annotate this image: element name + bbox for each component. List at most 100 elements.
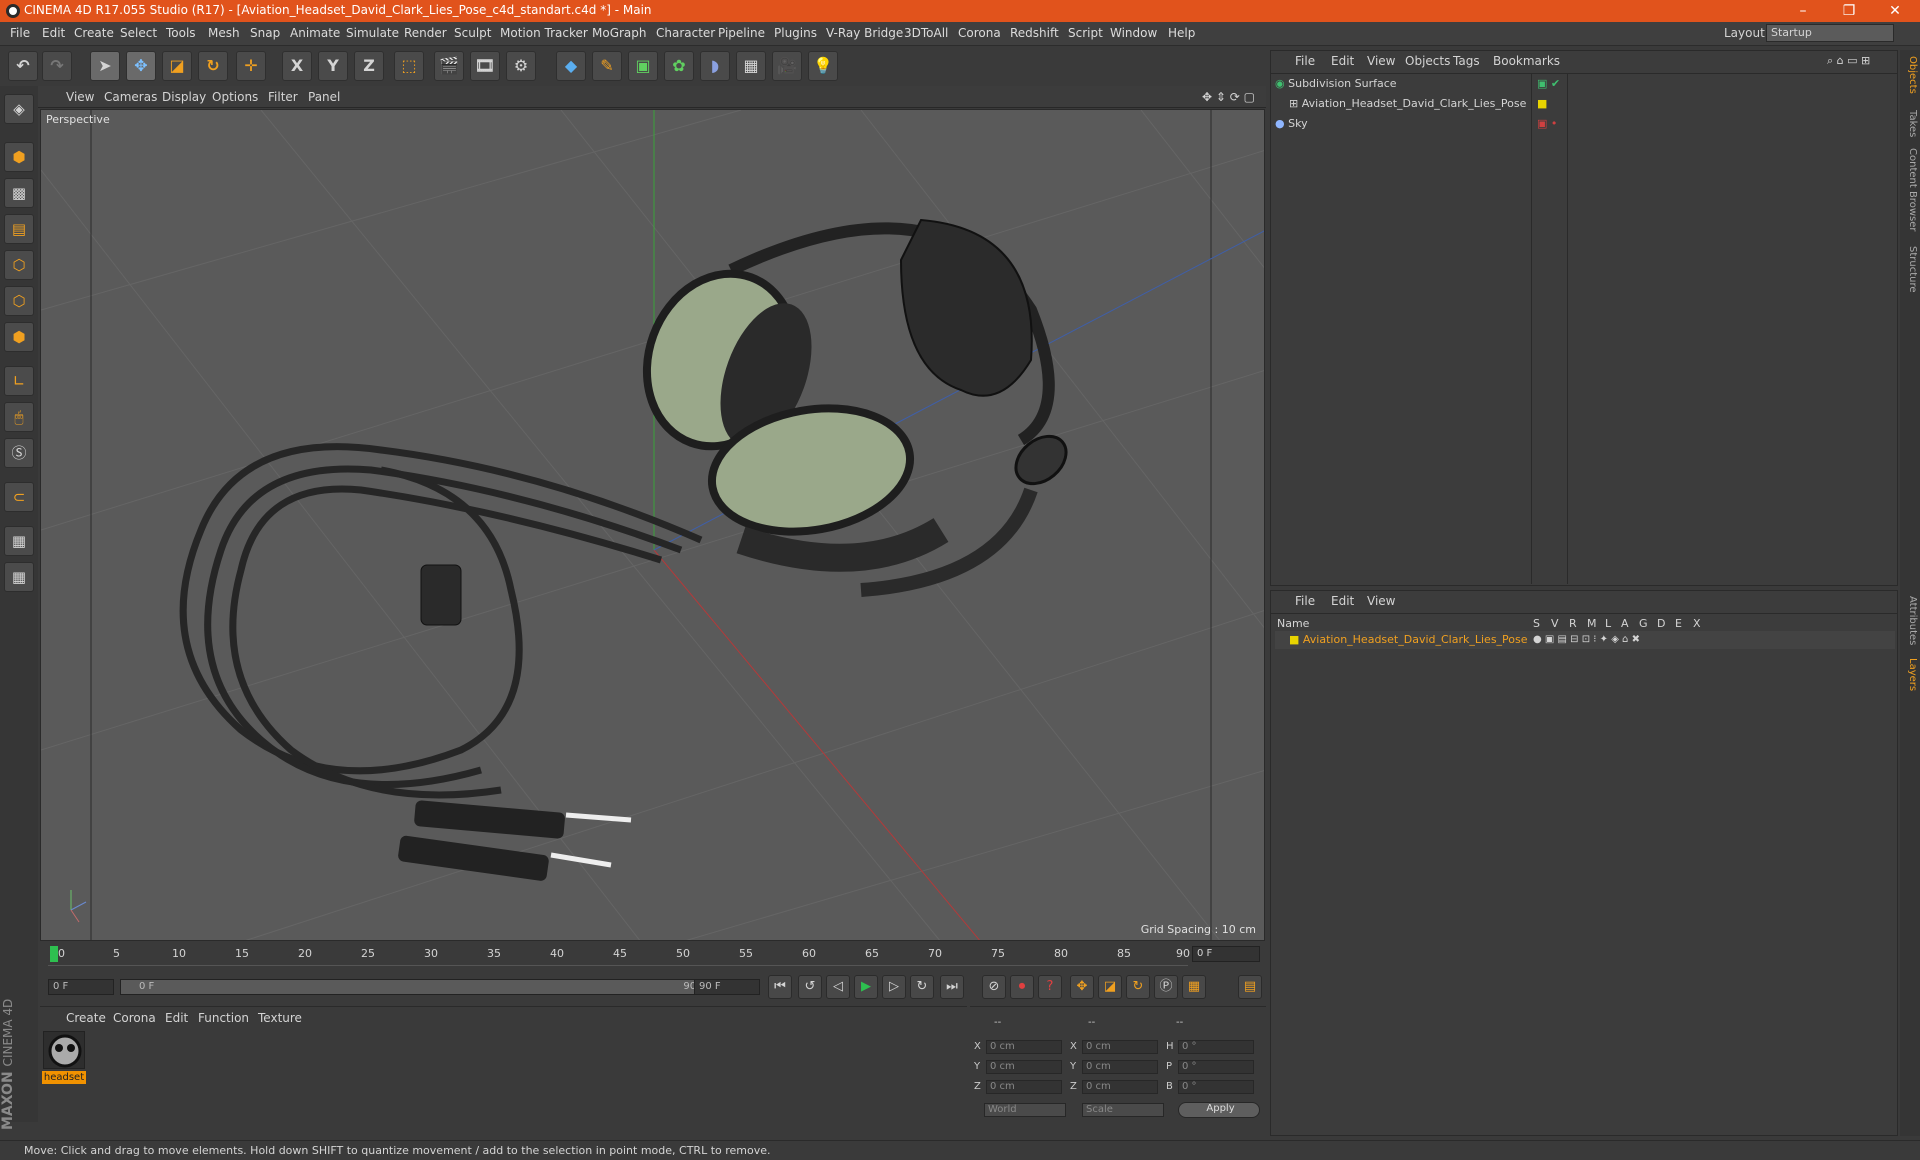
size-y-field[interactable]: 0 cm [1082, 1060, 1158, 1074]
menu-help[interactable]: Help [1168, 26, 1195, 40]
select-arrow-icon[interactable]: ➤ [90, 51, 120, 81]
object-row[interactable]: ◉ Subdivision Surface ▣ ✔ [1275, 75, 1895, 93]
object-name[interactable]: Sky [1288, 117, 1307, 130]
axis-mode-icon[interactable]: ∟ [4, 366, 34, 396]
render-picture-viewer-icon[interactable]: 🎞 [470, 51, 500, 81]
mat-menu-edit[interactable]: Edit [165, 1011, 188, 1025]
object-name[interactable]: Aviation_Headset_David_Clark_Lies_Pose [1302, 97, 1527, 110]
menu-3dtoall[interactable]: 3DToAll [904, 26, 948, 40]
deformer-icon[interactable]: ◗ [700, 51, 730, 81]
menu-motion-tracker[interactable]: Motion Tracker [500, 26, 588, 40]
render-settings-icon[interactable]: ⚙ [506, 51, 536, 81]
workplane-lock-icon[interactable]: ▦ [4, 526, 34, 556]
snap-magnet-icon[interactable]: ⊂ [4, 482, 34, 512]
rotate-icon[interactable]: ↻ [198, 51, 228, 81]
layer-row[interactable]: ■ Aviation_Headset_David_Clark_Lies_Pose… [1275, 631, 1895, 649]
axis-y-button[interactable]: Y [318, 51, 348, 81]
menu-mesh[interactable]: Mesh [208, 26, 240, 40]
obj-menu-edit[interactable]: Edit [1331, 54, 1354, 68]
headset-plugs[interactable] [397, 800, 632, 882]
coordinate-system-icon[interactable]: ⬚ [394, 51, 424, 81]
size-mode-select[interactable]: Scale [1082, 1103, 1164, 1117]
axis-z-button[interactable]: Z [354, 51, 384, 81]
keyframe-selection-icon[interactable]: ? [1038, 975, 1062, 999]
workplane-grid-icon[interactable]: ▦ [4, 562, 34, 592]
mat-menu-corona[interactable]: Corona [113, 1011, 156, 1025]
pos-y-field[interactable]: 0 cm [986, 1060, 1062, 1074]
tab-attributes[interactable]: Attributes [1902, 596, 1918, 645]
scale-icon[interactable]: ◪ [162, 51, 192, 81]
obj-menu-view[interactable]: View [1367, 54, 1395, 68]
solo-mode-icon[interactable]: Ⓢ [4, 438, 34, 468]
coordinate-space-select[interactable]: World [984, 1103, 1066, 1117]
layout-select[interactable]: Startup [1766, 24, 1894, 42]
tab-layers[interactable]: Layers [1902, 658, 1918, 691]
vp-menu-cameras[interactable]: Cameras [104, 90, 157, 104]
menu-edit[interactable]: Edit [42, 26, 65, 40]
menu-pipeline[interactable]: Pipeline [718, 26, 765, 40]
camera-icon[interactable]: 🎥 [772, 51, 802, 81]
size-z-field[interactable]: 0 cm [1082, 1080, 1158, 1094]
layer-toggles-icon[interactable]: ● ▣ ▤ ⊟ ⊡ ⁝ ✦ ◈ ⌂ ✖ [1533, 631, 1640, 649]
pos-z-field[interactable]: 0 cm [986, 1080, 1062, 1094]
menu-snap[interactable]: Snap [250, 26, 280, 40]
menu-vray-bridge[interactable]: V-Ray Bridge [826, 26, 903, 40]
tab-content-browser[interactable]: Content Browser [1902, 148, 1918, 231]
menu-window[interactable]: Window [1110, 26, 1157, 40]
menu-plugins[interactable]: Plugins [774, 26, 817, 40]
layer-color-icon[interactable]: ■ [1275, 633, 1299, 646]
menu-simulate[interactable]: Simulate [346, 26, 399, 40]
pos-x-field[interactable]: 0 cm [986, 1040, 1062, 1054]
material-thumbnail[interactable] [43, 1031, 85, 1069]
floor-icon[interactable]: ▦ [736, 51, 766, 81]
vp-menu-display[interactable]: Display [162, 90, 206, 104]
object-row[interactable]: ● Sky ▣ • [1275, 115, 1895, 133]
frame-range-slider[interactable]: 0 F 90 F [120, 979, 720, 995]
menu-sculpt[interactable]: Sculpt [454, 26, 491, 40]
menu-script[interactable]: Script [1068, 26, 1103, 40]
key-rotation-icon[interactable]: ↻ [1126, 975, 1150, 999]
tab-takes[interactable]: Takes [1902, 110, 1918, 137]
prev-key-icon[interactable]: ↺ [798, 975, 822, 999]
axis-x-button[interactable]: X [282, 51, 312, 81]
rot-b-field[interactable]: 0 ° [1178, 1080, 1254, 1094]
object-row[interactable]: ⊞ Aviation_Headset_David_Clark_Lies_Pose… [1275, 95, 1895, 113]
menu-mograph[interactable]: MoGraph [592, 26, 647, 40]
apply-button[interactable]: Apply [1178, 1102, 1260, 1118]
tab-structure[interactable]: Structure [1902, 246, 1918, 293]
viewport-navigation-icon[interactable]: ✥ ⇕ ⟳ ▢ [1202, 90, 1255, 104]
rot-h-field[interactable]: 0 ° [1178, 1040, 1254, 1054]
workplane-icon[interactable]: ▤ [4, 214, 34, 244]
object-name[interactable]: Subdivision Surface [1288, 77, 1396, 90]
menu-corona[interactable]: Corona [958, 26, 1001, 40]
goto-start-icon[interactable]: ⏮ [768, 975, 792, 999]
material-name[interactable]: headset [42, 1071, 86, 1084]
points-mode-icon[interactable]: ⬡ [4, 250, 34, 280]
rot-p-field[interactable]: 0 ° [1178, 1060, 1254, 1074]
vp-menu-panel[interactable]: Panel [308, 90, 340, 104]
obj-menu-tags[interactable]: Tags [1453, 54, 1480, 68]
array-icon[interactable]: ✿ [664, 51, 694, 81]
mat-menu-function[interactable]: Function [198, 1011, 249, 1025]
tweak-mode-icon[interactable]: 🖱 [4, 402, 34, 432]
prev-frame-icon[interactable]: ◁ [826, 975, 850, 999]
restore-button[interactable]: ❐ [1826, 0, 1872, 22]
obj-menu-bookmarks[interactable]: Bookmarks [1493, 54, 1560, 68]
texture-mode-icon[interactable]: ▩ [4, 178, 34, 208]
menu-select[interactable]: Select [120, 26, 157, 40]
play-icon[interactable]: ▶ [854, 975, 878, 999]
timeline-window-icon[interactable]: ▤ [1238, 975, 1262, 999]
obj-menu-objects[interactable]: Objects [1405, 54, 1450, 68]
key-parameter-icon[interactable]: Ⓟ [1154, 975, 1178, 999]
vp-menu-view[interactable]: View [66, 90, 94, 104]
vp-menu-options[interactable]: Options [212, 90, 258, 104]
start-frame-field[interactable]: 0 F [48, 979, 114, 995]
checkmark-icon[interactable]: ▣ ✔ [1537, 75, 1560, 93]
layer-name[interactable]: Aviation_Headset_David_Clark_Lies_Pose [1303, 633, 1528, 646]
autokey-icon[interactable]: ⏺ [1010, 975, 1034, 999]
redo-icon[interactable]: ↷ [42, 51, 72, 81]
menu-render[interactable]: Render [404, 26, 447, 40]
playhead[interactable] [50, 946, 58, 962]
menu-redshift[interactable]: Redshift [1010, 26, 1059, 40]
next-frame-icon[interactable]: ▷ [882, 975, 906, 999]
